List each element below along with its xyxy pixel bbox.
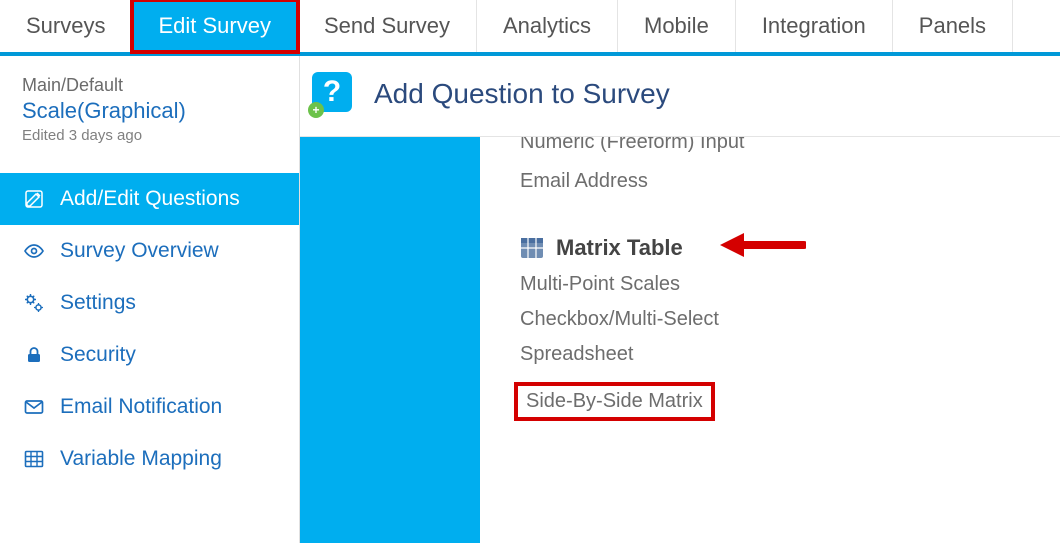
plus-badge-icon: +	[308, 102, 324, 118]
gear-icon	[22, 291, 46, 315]
content: ? + Add Question to Survey Numeric (Free…	[300, 56, 1060, 543]
sidebar: Main/Default Scale(Graphical) Edited 3 d…	[0, 56, 300, 543]
sidebar-item-label: Variable Mapping	[60, 447, 222, 471]
question-type-item[interactable]: Multi-Point Scales	[520, 267, 1060, 302]
question-type-list: Numeric (Freeform) Input Email Address M…	[480, 137, 1060, 543]
tab-integration[interactable]: Integration	[736, 0, 893, 52]
question-type-item[interactable]: Numeric (Freeform) Input	[520, 137, 1060, 154]
question-type-item[interactable]: Spreadsheet	[520, 337, 1060, 372]
question-type-side-by-side-matrix[interactable]: Side-By-Side Matrix	[520, 372, 1060, 427]
annotation-arrow-icon	[716, 229, 806, 261]
page-title: Add Question to Survey	[374, 78, 670, 110]
tab-analytics[interactable]: Analytics	[477, 0, 618, 52]
mail-icon	[22, 395, 46, 419]
add-question-icon: ? +	[312, 72, 356, 116]
main-area: Main/Default Scale(Graphical) Edited 3 d…	[0, 56, 1060, 543]
survey-path: Main/Default	[22, 74, 277, 97]
question-type-item[interactable]: Email Address	[520, 164, 1060, 199]
sidebar-items: Add/Edit Questions Survey Overview Setti…	[0, 173, 299, 485]
tab-label: Mobile	[644, 13, 709, 39]
edit-icon	[22, 187, 46, 211]
tab-label: Panels	[919, 13, 986, 39]
question-type-label: Side-By-Side Matrix	[526, 390, 703, 412]
sidebar-item-settings[interactable]: Settings	[0, 277, 299, 329]
grid-icon	[22, 447, 46, 471]
sidebar-item-label: Settings	[60, 291, 136, 315]
sidebar-item-add-edit-questions[interactable]: Add/Edit Questions	[0, 173, 299, 225]
sidebar-item-label: Email Notification	[60, 395, 222, 419]
content-body: Numeric (Freeform) Input Email Address M…	[300, 137, 1060, 543]
top-nav: Surveys Edit Survey Send Survey Analytic…	[0, 0, 1060, 56]
sidebar-item-label: Security	[60, 343, 136, 367]
sidebar-item-label: Survey Overview	[60, 239, 219, 263]
section-title: Matrix Table	[556, 235, 683, 261]
tab-label: Send Survey	[324, 13, 450, 39]
annotation-highlight: Side-By-Side Matrix	[514, 382, 715, 421]
tab-label: Integration	[762, 13, 866, 39]
survey-edited: Edited 3 days ago	[22, 126, 277, 146]
sidebar-item-email-notification[interactable]: Email Notification	[0, 381, 299, 433]
tab-label: Analytics	[503, 13, 591, 39]
lock-icon	[22, 343, 46, 367]
tab-panels[interactable]: Panels	[893, 0, 1013, 52]
sidebar-item-label: Add/Edit Questions	[60, 187, 240, 211]
sidebar-header: Main/Default Scale(Graphical) Edited 3 d…	[0, 56, 299, 155]
tab-label: Edit Survey	[158, 13, 271, 39]
tab-send-survey[interactable]: Send Survey	[298, 0, 477, 52]
eye-icon	[22, 239, 46, 263]
question-type-item[interactable]: Checkbox/Multi-Select	[520, 302, 1060, 337]
tab-surveys[interactable]: Surveys	[0, 0, 132, 52]
tab-mobile[interactable]: Mobile	[618, 0, 736, 52]
sidebar-item-security[interactable]: Security	[0, 329, 299, 381]
sidebar-item-variable-mapping[interactable]: Variable Mapping	[0, 433, 299, 485]
tab-label: Surveys	[26, 13, 105, 39]
table-icon	[520, 237, 544, 259]
sidebar-item-survey-overview[interactable]: Survey Overview	[0, 225, 299, 277]
survey-title[interactable]: Scale(Graphical)	[22, 97, 277, 126]
category-panel	[300, 137, 480, 543]
section-matrix-table: Matrix Table	[520, 235, 1060, 261]
tab-edit-survey[interactable]: Edit Survey	[132, 0, 298, 52]
content-header: ? + Add Question to Survey	[300, 56, 1060, 137]
